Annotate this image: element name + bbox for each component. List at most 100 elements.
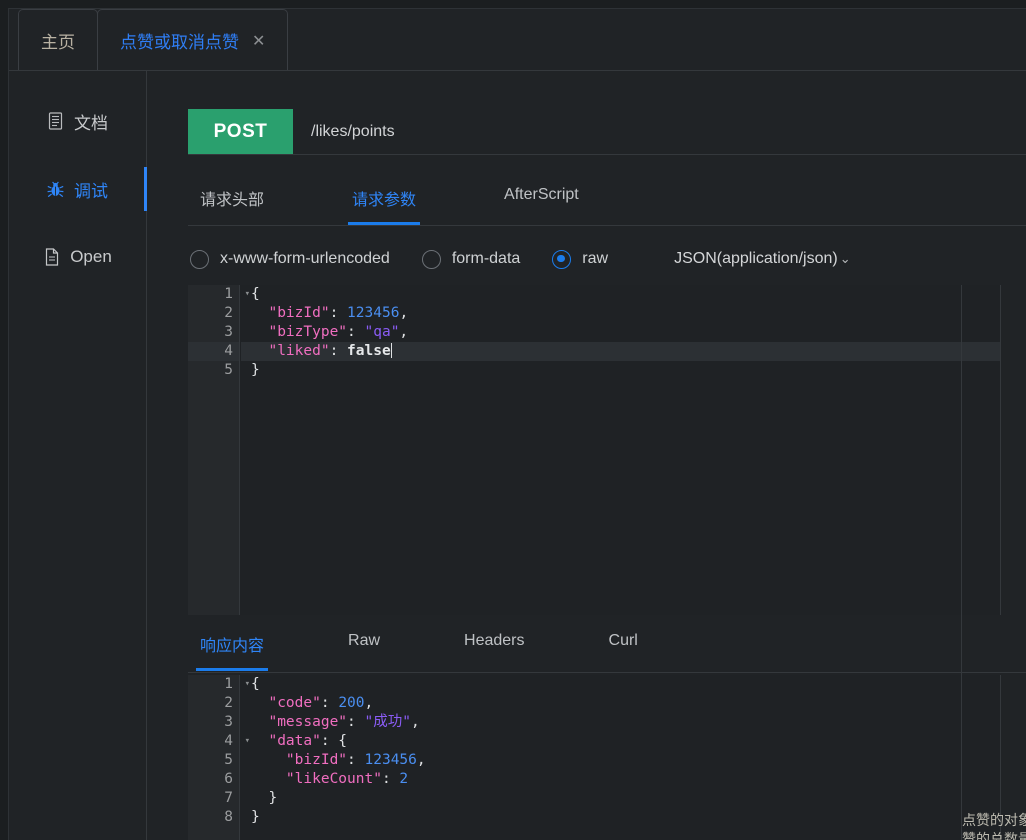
code-line: "bizType": "qa", — [251, 323, 1000, 342]
api-client-window: 主页 点赞或取消点赞 ✕ 文档 调试 Open POST /likes/poin… — [8, 8, 1026, 840]
code-token: } — [251, 790, 278, 806]
code-token: "bizId" — [251, 305, 330, 321]
code-token: : — [329, 305, 348, 321]
code-token: } — [251, 809, 260, 825]
code-token: { — [251, 676, 260, 692]
line-number: 1 ▾ — [224, 676, 250, 692]
tab-response-body[interactable]: 响应内容 — [195, 620, 269, 671]
tab-response-raw[interactable]: Raw — [348, 620, 380, 663]
radio-urlencoded-dot — [190, 249, 209, 269]
line-number: 4 — [188, 342, 239, 361]
code-line: "bizId": 123456, — [251, 304, 1000, 323]
tab-response-body-label: 响应内容 — [200, 638, 265, 655]
sidebar-item-debug-label: 调试 — [74, 181, 108, 201]
sidebar-item-open-label: Open — [70, 247, 112, 266]
line-number: 5 — [224, 362, 233, 378]
main-panel: POST /likes/points 请求头部 请求参数 AfterScript — [148, 71, 1026, 840]
tab-like-api-label: 点赞或取消点赞 — [120, 32, 239, 52]
code-token: : — [347, 752, 365, 768]
tab-request-params[interactable]: 请求参数 — [348, 174, 421, 225]
response-tab-bar: 响应内容 Raw Headers Curl — [188, 620, 1026, 673]
tab-like-api[interactable]: 点赞或取消点赞 ✕ — [97, 9, 289, 70]
code-line: } — [251, 361, 1000, 380]
code-token: "bizId" — [251, 752, 348, 768]
code-token: false — [347, 343, 391, 359]
request-url-bar: POST /likes/points — [188, 109, 1026, 155]
code-line: "liked": false — [241, 342, 1000, 361]
body-type-radio-group: x-www-form-urlencoded form-data raw JSON… — [188, 233, 1026, 285]
code-token: : — [381, 771, 400, 787]
line-number: 7 — [224, 790, 233, 806]
code-token: "data" — [251, 733, 321, 749]
radio-urlencoded[interactable]: x-www-form-urlencoded — [190, 249, 390, 269]
request-editor-gutter: 1 ▾ 2 3 4 5 — [188, 285, 250, 615]
tab-request-params-label: 请求参数 — [352, 192, 417, 209]
code-token: : — [347, 324, 365, 340]
tab-response-headers[interactable]: Headers — [464, 620, 524, 663]
code-token: , — [399, 324, 409, 340]
tab-response-curl[interactable]: Curl — [609, 620, 638, 663]
request-url-input[interactable]: /likes/points — [293, 109, 1026, 154]
code-token: , — [399, 305, 409, 321]
radio-urlencoded-label: x-www-form-urlencoded — [220, 250, 390, 267]
sidebar-item-debug[interactable]: 调试 — [9, 155, 147, 223]
radio-raw[interactable]: raw — [552, 249, 609, 269]
request-tab-bar: 请求头部 请求参数 AfterScript — [188, 174, 1026, 226]
line-number: 2 — [224, 695, 233, 711]
radio-form-data-dot — [421, 249, 441, 269]
tab-response-raw-label: Raw — [348, 632, 381, 649]
line-number: 1 ▾ — [224, 286, 250, 302]
response-editor-code[interactable]: { "code": 200, "message": "成功", "data": … — [241, 675, 1000, 840]
line-number: 3 — [224, 324, 233, 340]
content-type-select-value: JSON(application/json) — [674, 250, 838, 267]
code-token: "qa" — [364, 324, 400, 340]
code-token: : — [329, 343, 348, 359]
code-token: 2 — [399, 771, 409, 787]
code-line: } — [251, 808, 1000, 827]
document-list-icon — [47, 112, 64, 131]
code-token: } — [251, 362, 260, 378]
code-token: "likeCount" — [251, 771, 382, 787]
code-line: "message": "成功", — [251, 713, 1000, 732]
tab-home[interactable]: 主页 — [18, 9, 98, 70]
code-token: "bizType" — [251, 324, 348, 340]
code-token: "liked" — [251, 343, 330, 359]
content-type-select[interactable]: JSON(application/json) ⌄ — [674, 250, 851, 268]
radio-raw-label: raw — [582, 250, 609, 267]
radio-form-data-label: form-data — [451, 250, 521, 267]
code-line: "data": { — [251, 732, 1000, 751]
code-token: "message" — [251, 714, 348, 730]
code-line: { — [251, 285, 1000, 304]
request-editor-code[interactable]: { "bizId": 123456, "bizType": "qa", "lik… — [241, 285, 1000, 615]
http-method-button[interactable]: POST — [188, 109, 293, 154]
tab-request-headers-label: 请求头部 — [200, 192, 265, 209]
chevron-down-icon: ⌄ — [839, 251, 851, 267]
code-line: "likeCount": 2 — [251, 770, 1000, 789]
radio-raw-dot — [552, 249, 572, 269]
tab-request-headers[interactable]: 请求头部 — [200, 174, 264, 223]
line-number: 6 — [224, 771, 233, 787]
sidebar-item-docs[interactable]: 文档 — [9, 87, 146, 155]
tab-afterscript-label: AfterScript — [504, 186, 579, 203]
sidebar-item-docs-label: 文档 — [74, 113, 108, 133]
radio-form-data[interactable]: form-data — [421, 249, 521, 269]
window-tab-bar: 主页 点赞或取消点赞 ✕ — [9, 9, 1026, 71]
code-token: : { — [320, 733, 348, 749]
code-line: "bizId": 123456, — [251, 751, 1000, 770]
tab-afterscript[interactable]: AfterScript — [504, 174, 579, 217]
close-icon[interactable]: ✕ — [252, 31, 265, 50]
request-body-editor[interactable]: 1 ▾ 2 3 4 5 { "bizId": 123456, "bizType": "qa… — [188, 285, 1001, 615]
line-number: 3 — [224, 714, 233, 730]
tab-response-headers-label: Headers — [464, 632, 525, 649]
code-token: : — [347, 714, 365, 730]
response-editor-gutter: 1 ▾ 2 3 4 ▾ 5 6 7 8 — [188, 675, 250, 840]
response-body-editor[interactable]: 1 ▾ 2 3 4 ▾ 5 6 7 8 { "code": 200, "message": "成功… — [188, 675, 1001, 840]
line-number: 8 — [224, 809, 233, 825]
line-number: 5 — [224, 752, 233, 768]
code-token: , — [364, 695, 374, 711]
left-sidebar: 文档 调试 Open — [9, 71, 147, 840]
code-token: : — [320, 695, 339, 711]
tab-response-curl-label: Curl — [608, 632, 638, 649]
sidebar-item-open[interactable]: Open — [9, 223, 146, 291]
code-line: { — [251, 675, 1000, 694]
